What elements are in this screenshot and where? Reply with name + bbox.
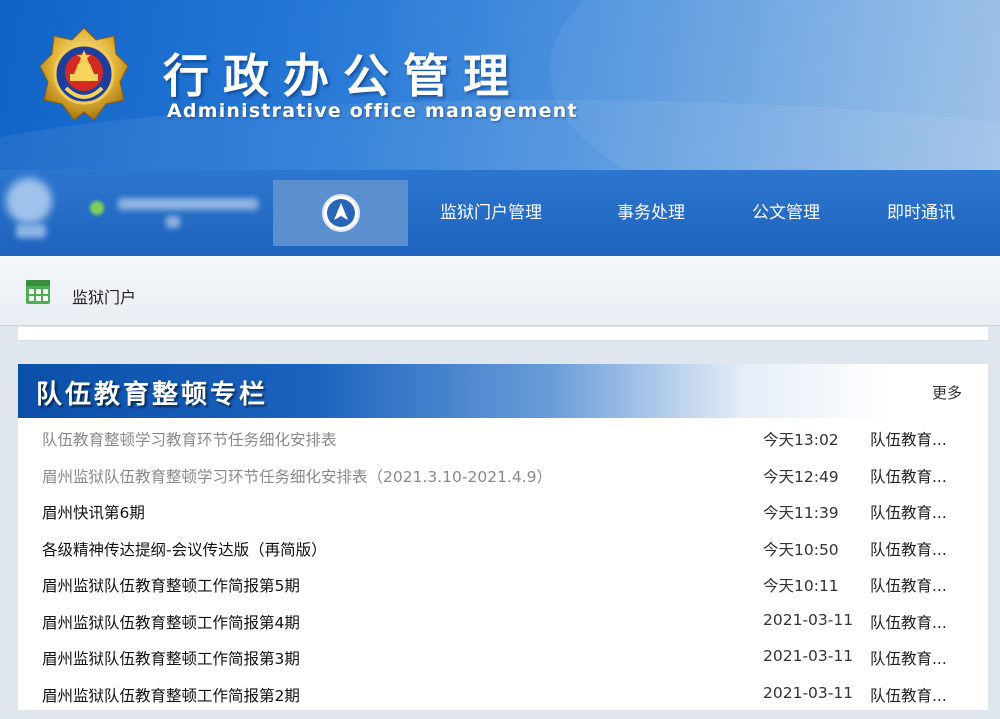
user-panel	[0, 170, 273, 256]
user-name-redacted	[118, 198, 258, 210]
item-title[interactable]: 眉州监狱队伍教育整顿工作简报第4期	[42, 611, 300, 633]
section-header: 队伍教育整顿专栏 更多	[18, 364, 988, 418]
item-title[interactable]: 各级精神传达提纲-会议传达版（再简版）	[42, 538, 327, 560]
item-date: 今天12:49	[763, 467, 839, 486]
section-title: 队伍教育整顿专栏	[36, 380, 269, 410]
main-navbar: 监狱门户管理 事务处理 公文管理 即时通讯	[0, 170, 1000, 256]
nav-item-messaging[interactable]: 即时通讯	[887, 170, 955, 256]
avatar-caption	[16, 224, 46, 238]
item-date: 今天13:02	[763, 431, 839, 449]
item-category: 队伍教育...	[870, 650, 947, 668]
news-section: 队伍教育整顿专栏 更多 队伍教育整顿学习教育环节任务细化安排表 今天13:02 …	[18, 364, 988, 710]
list-item[interactable]: 眉州快讯第6期 今天11:39 队伍教育...	[18, 493, 988, 530]
item-title[interactable]: 眉州快讯第6期	[42, 501, 145, 523]
list-item[interactable]: 眉州监狱队伍教育整顿学习环节任务细化安排表（2021.3.10-2021.4.9…	[18, 457, 988, 494]
breadcrumb-label[interactable]: 监狱门户	[72, 284, 136, 308]
news-list: 队伍教育整顿学习教育环节任务细化安排表 今天13:02 队伍教育... 眉州监狱…	[18, 420, 988, 712]
nav-item-affairs[interactable]: 事务处理	[617, 170, 685, 256]
item-category: 队伍教育...	[870, 467, 947, 486]
item-category: 队伍教育...	[870, 686, 947, 705]
police-emblem-icon	[39, 27, 129, 121]
app-subtitle: Administrative office management	[167, 100, 578, 122]
breadcrumb	[0, 256, 1000, 326]
item-date: 2021-03-11	[763, 647, 854, 665]
more-link[interactable]: 更多	[932, 382, 962, 403]
item-category: 队伍教育...	[870, 577, 947, 595]
item-title[interactable]: 眉州监狱队伍教育整顿工作简报第5期	[42, 574, 300, 596]
app-title: 行政办公管理	[163, 49, 523, 103]
item-category: 队伍教育...	[870, 540, 947, 559]
item-date: 2021-03-11	[763, 683, 854, 702]
item-date: 今天10:50	[763, 540, 839, 559]
list-item[interactable]: 眉州监狱队伍教育整顿工作简报第3期 2021-03-11 队伍教育...	[18, 639, 988, 676]
list-item[interactable]: 队伍教育整顿学习教育环节任务细化安排表 今天13:02 队伍教育...	[18, 420, 988, 457]
grid-table-icon	[26, 280, 50, 304]
avatar[interactable]	[6, 178, 52, 224]
item-category: 队伍教育...	[870, 431, 947, 449]
list-item[interactable]: 眉州监狱队伍教育整顿工作简报第2期 2021-03-11 队伍教育...	[18, 676, 988, 713]
item-category: 队伍教育...	[870, 613, 947, 632]
home-navigation-icon	[321, 194, 360, 232]
item-category: 队伍教育...	[870, 504, 947, 522]
nav-item-prison-portal[interactable]: 监狱门户管理	[440, 170, 542, 256]
item-title[interactable]: 眉州监狱队伍教育整顿学习环节任务细化安排表（2021.3.10-2021.4.9…	[42, 465, 552, 487]
online-status-icon	[90, 201, 104, 215]
nav-item-documents[interactable]: 公文管理	[752, 170, 820, 256]
item-date: 今天11:39	[763, 504, 839, 522]
user-name-redacted	[166, 216, 180, 228]
item-title[interactable]: 队伍教育整顿学习教育环节任务细化安排表	[42, 428, 337, 450]
divider	[18, 327, 988, 341]
list-item[interactable]: 眉州监狱队伍教育整顿工作简报第4期 2021-03-11 队伍教育...	[18, 603, 988, 640]
item-date: 今天10:11	[763, 577, 839, 595]
list-item[interactable]: 眉州监狱队伍教育整顿工作简报第5期 今天10:11 队伍教育...	[18, 566, 988, 603]
banner-decoration	[550, 0, 1000, 170]
item-title[interactable]: 眉州监狱队伍教育整顿工作简报第3期	[42, 647, 300, 669]
item-date: 2021-03-11	[763, 610, 854, 629]
header-banner: 行政办公管理 Administrative office management	[0, 0, 1000, 170]
item-title[interactable]: 眉州监狱队伍教育整顿工作简报第2期	[42, 684, 300, 706]
home-button[interactable]	[273, 180, 408, 246]
list-item[interactable]: 各级精神传达提纲-会议传达版（再简版） 今天10:50 队伍教育...	[18, 530, 988, 567]
